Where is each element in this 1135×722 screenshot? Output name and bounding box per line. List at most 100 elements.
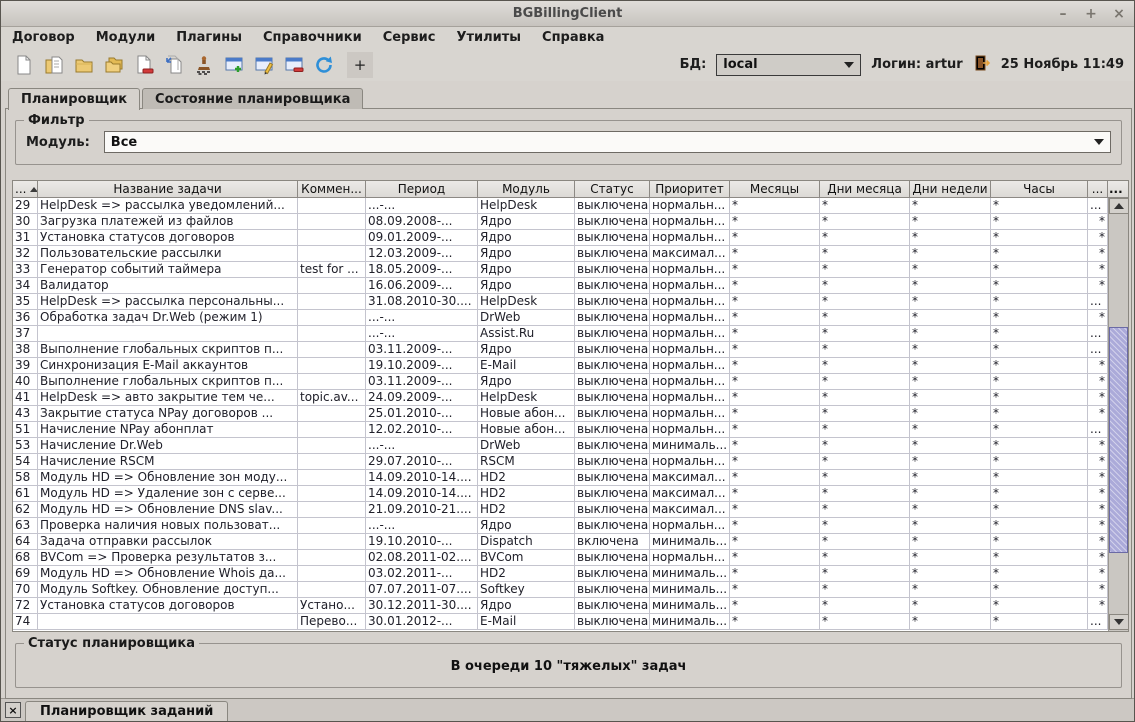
column-header-10[interactable]: Дни недели	[910, 181, 991, 198]
edit-window-icon[interactable]	[251, 52, 277, 78]
table-row[interactable]: 54Начисление RSCM29.07.2010-...RSCMвыклю…	[13, 454, 1108, 470]
cell-col2	[38, 326, 298, 342]
refresh-icon[interactable]	[311, 52, 337, 78]
table-row[interactable]: 40Выполнение глобальных скриптов п...03.…	[13, 374, 1108, 390]
cell-col3	[298, 374, 366, 390]
scroll-up-button[interactable]	[1109, 198, 1129, 214]
copy-document-icon[interactable]	[161, 52, 187, 78]
cell-col4: 31.08.2010-30....	[366, 294, 478, 310]
table-row[interactable]: 62Модуль HD => Обновление DNS slav...21.…	[13, 502, 1108, 518]
cell-col10: *	[910, 598, 991, 614]
module-select[interactable]: Все	[104, 131, 1111, 153]
remove-window-icon[interactable]	[281, 52, 307, 78]
table-row[interactable]: 37...-...Assist.Ruвыключенанормальн...**…	[13, 326, 1108, 342]
delete-document-icon[interactable]	[131, 52, 157, 78]
door-exit-icon[interactable]	[973, 54, 991, 76]
tab-2[interactable]: Состояние планировщика	[142, 88, 363, 109]
table-row[interactable]: 43Закрытие статуса NPay договоров ...25.…	[13, 406, 1108, 422]
table-row[interactable]: 36Обработка задач Dr.Web (режим 1)...-..…	[13, 310, 1108, 326]
column-header-12[interactable]: ...	[1088, 181, 1108, 198]
menu-item-7[interactable]: Справка	[539, 29, 607, 46]
table-row[interactable]: 72Установка статусов договоровУстано...3…	[13, 598, 1108, 614]
cell-col7: нормальн...	[650, 550, 730, 566]
cell-col12: *	[1088, 374, 1108, 390]
cell-col2: Загрузка платежей из файлов	[38, 214, 298, 230]
cell-col8: *	[730, 278, 820, 294]
new-document-icon[interactable]	[11, 52, 37, 78]
cell-col10: *	[910, 230, 991, 246]
open-document-icon[interactable]	[41, 52, 67, 78]
scrollbar-thumb[interactable]	[1109, 327, 1128, 553]
menu-item-3[interactable]: Плагины	[173, 29, 245, 46]
cell-col12: *	[1088, 230, 1108, 246]
column-header-3[interactable]: Коммен...	[298, 181, 366, 198]
cell-col11: *	[991, 486, 1088, 502]
table-row[interactable]: 74Перево...30.01.2012-...E-Mailвыключена…	[13, 614, 1108, 630]
column-header-9[interactable]: Дни месяца	[820, 181, 910, 198]
add-window-icon[interactable]	[221, 52, 247, 78]
cell-col1: 29	[13, 198, 38, 214]
db-label: БД:	[680, 57, 707, 72]
table-row[interactable]: 69Модуль HD => Обновление Whois да...03.…	[13, 566, 1108, 582]
bottom-tab-scheduler[interactable]: Планировщик заданий	[25, 701, 228, 721]
table-row[interactable]: 70Модуль Softkey. Обновление доступ...07…	[13, 582, 1108, 598]
table-row[interactable]: 63Проверка наличия новых пользоват......…	[13, 518, 1108, 534]
table-row[interactable]: 34Валидатор16.06.2009-...Ядровыключенано…	[13, 278, 1108, 294]
column-header-5[interactable]: Модуль	[478, 181, 575, 198]
menu-item-4[interactable]: Справочники	[260, 29, 365, 46]
cell-col5: BVCom	[478, 550, 575, 566]
cell-col2: Выполнение глобальных скриптов п...	[38, 374, 298, 390]
table-row[interactable]: 33Генератор событий таймераtest for ...1…	[13, 262, 1108, 278]
cell-col5: E-Mail	[478, 358, 575, 374]
table-row[interactable]: 61Модуль HD => Удаление зон с серве...14…	[13, 486, 1108, 502]
table-row[interactable]: 51Начисление NPay абонплат12.02.2010-...…	[13, 422, 1108, 438]
vertical-scrollbar[interactable]	[1108, 198, 1128, 631]
folders-icon[interactable]	[101, 52, 127, 78]
login-label: Логин: artur	[871, 57, 962, 72]
cell-col5: Ядро	[478, 518, 575, 534]
toolbar: + БД: local Логин: artur 25 Ноябрь 11:49	[1, 48, 1134, 81]
table-row[interactable]: 58Модуль HD => Обновление зон моду...14.…	[13, 470, 1108, 486]
cell-col7: минималь...	[650, 598, 730, 614]
cell-col8: *	[730, 262, 820, 278]
folder-icon[interactable]	[71, 52, 97, 78]
menu-item-5[interactable]: Сервис	[380, 29, 439, 46]
maximize-button[interactable]: +	[1084, 6, 1098, 22]
db-selected-value: local	[723, 57, 844, 72]
close-button[interactable]: ×	[1112, 6, 1126, 22]
column-header-4[interactable]: Период	[366, 181, 478, 198]
table-row[interactable]: 32Пользовательские рассылки12.03.2009-..…	[13, 246, 1108, 262]
minimize-button[interactable]: –	[1056, 6, 1070, 22]
cell-col8: *	[730, 518, 820, 534]
menu-item-1[interactable]: Договор	[9, 29, 78, 46]
scroll-down-button[interactable]	[1109, 614, 1129, 630]
menu-item-2[interactable]: Модули	[93, 29, 158, 46]
menu-item-6[interactable]: Утилиты	[453, 29, 524, 46]
cell-col7: минималь...	[650, 566, 730, 582]
column-header-1[interactable]: ...	[13, 181, 38, 198]
table-row[interactable]: 29HelpDesk => рассылка уведомлений......…	[13, 198, 1108, 214]
db-select[interactable]: local	[716, 54, 861, 76]
column-header-7[interactable]: Приоритет	[650, 181, 730, 198]
cell-col3: Перево...	[298, 614, 366, 630]
column-header-11[interactable]: Часы	[991, 181, 1088, 198]
column-header-8[interactable]: Месяцы	[730, 181, 820, 198]
stamp-icon[interactable]	[191, 52, 217, 78]
cell-col5: Ядро	[478, 230, 575, 246]
table-row[interactable]: 64Задача отправки рассылок19.10.2010-...…	[13, 534, 1108, 550]
table-row[interactable]: 39Синхронизация E-Mail аккаунтов19.10.20…	[13, 358, 1108, 374]
tab-1[interactable]: Планировщик	[8, 88, 140, 110]
table-row[interactable]: 53Начисление Dr.Web...-...DrWebвыключена…	[13, 438, 1108, 454]
table-row[interactable]: 38Выполнение глобальных скриптов п...03.…	[13, 342, 1108, 358]
table-row[interactable]: 41HelpDesk => авто закрытие тем че...top…	[13, 390, 1108, 406]
cell-col9: *	[820, 326, 910, 342]
add-tab-button[interactable]: +	[347, 52, 373, 78]
table-row[interactable]: 68BVCom => Проверка результатов з...02.0…	[13, 550, 1108, 566]
column-header-2[interactable]: Название задачи	[38, 181, 298, 198]
table-row[interactable]: 35HelpDesk => рассылка персональны...31.…	[13, 294, 1108, 310]
close-tab-button[interactable]: ×	[5, 702, 21, 718]
table-row[interactable]: 31Установка статусов договоров09.01.2009…	[13, 230, 1108, 246]
table-row[interactable]: 30Загрузка платежей из файлов08.09.2008-…	[13, 214, 1108, 230]
column-header-6[interactable]: Статус	[575, 181, 650, 198]
app-window: BGBillingClient – + × ДоговорМодулиПлаги…	[0, 0, 1135, 722]
